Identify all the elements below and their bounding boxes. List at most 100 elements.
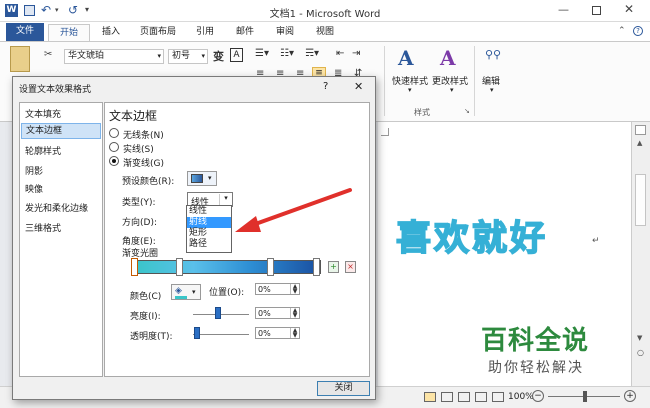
maximize-button[interactable] xyxy=(592,6,601,15)
spinner-arrows-icon[interactable]: ▲ ▼ xyxy=(290,328,299,339)
tab-review[interactable]: 审阅 xyxy=(268,24,302,41)
gradient-line-label[interactable]: 渐变线(G) xyxy=(123,156,164,169)
position-value: 0% xyxy=(258,285,271,294)
help-icon[interactable]: ? xyxy=(633,26,643,36)
direction-label: 方向(D): xyxy=(122,218,157,228)
nav-3d-format[interactable]: 三维格式 xyxy=(25,221,61,234)
position-spinner[interactable]: 0% ▲ ▼ xyxy=(255,283,300,295)
brightness-label: 亮度(I): xyxy=(130,312,161,322)
spinner-arrows-icon[interactable]: ▲ ▼ xyxy=(290,308,299,319)
zoom-slider-thumb[interactable] xyxy=(583,391,587,402)
nav-outline-style[interactable]: 轮廓样式 xyxy=(25,144,61,157)
outline-icon[interactable] xyxy=(475,392,487,402)
numbering-icon[interactable]: ☷▾ xyxy=(280,48,294,59)
add-stop-icon[interactable]: + xyxy=(328,261,339,273)
tab-page-layout[interactable]: 页面布局 xyxy=(134,24,182,41)
chevron-down-icon[interactable]: ▾ xyxy=(490,86,494,94)
transparency-spinner[interactable]: 0% ▲ ▼ xyxy=(255,327,300,339)
preset-colors-button[interactable]: ▾ xyxy=(187,171,217,186)
bullets-icon[interactable]: ☰▾ xyxy=(255,48,269,59)
font-size-box[interactable]: 初号 ▾ xyxy=(168,49,208,64)
nav-reflection[interactable]: 映像 xyxy=(25,182,43,195)
phonetic-guide-button[interactable]: 变 xyxy=(213,48,224,64)
transparency-slider-track[interactable] xyxy=(193,334,249,335)
minimize-button[interactable]: — xyxy=(558,3,569,16)
draft-icon[interactable] xyxy=(492,392,504,402)
full-screen-icon[interactable] xyxy=(441,392,453,402)
nav-text-outline[interactable]: 文本边框 xyxy=(21,123,101,139)
gradient-stop-4[interactable] xyxy=(313,258,320,276)
decrease-indent-icon[interactable]: ⇤ xyxy=(336,48,344,59)
brightness-slider-track[interactable] xyxy=(193,314,249,315)
transparency-slider-thumb[interactable] xyxy=(194,327,200,339)
dialog-close-button[interactable]: ✕ xyxy=(354,80,363,93)
nav-shadow[interactable]: 阴影 xyxy=(25,164,43,177)
ribbon-collapse-icon[interactable]: ⌃ xyxy=(618,26,626,36)
chevron-down-icon[interactable]: ▾ xyxy=(450,86,454,94)
gradient-stop-2[interactable] xyxy=(176,258,183,276)
ruler-toggle-icon[interactable] xyxy=(635,125,646,135)
tab-references[interactable]: 引用 xyxy=(188,24,222,41)
type-option-radial[interactable]: 射线 xyxy=(187,217,231,228)
chevron-down-icon[interactable]: ▾ xyxy=(408,86,412,94)
cut-icon[interactable]: ✂ xyxy=(44,49,52,60)
zoom-out-icon[interactable]: − xyxy=(532,390,544,402)
chevron-down-icon[interactable]: ▾ xyxy=(157,50,161,63)
increase-indent-icon[interactable]: ⇥ xyxy=(352,48,360,59)
solid-line-label[interactable]: 实线(S) xyxy=(123,142,154,155)
scroll-down-icon[interactable]: ▼ xyxy=(637,334,642,342)
gradient-line-radio[interactable] xyxy=(109,156,119,166)
web-layout-icon[interactable] xyxy=(458,392,470,402)
gradient-stop-3[interactable] xyxy=(267,258,274,276)
scroll-up-icon[interactable]: ▲ xyxy=(637,139,642,147)
type-option-path[interactable]: 路径 xyxy=(187,239,231,250)
nav-glow-soft-edges[interactable]: 发光和柔化边缘 xyxy=(25,201,88,214)
paste-icon[interactable] xyxy=(10,46,30,72)
scrollbar-thumb[interactable] xyxy=(635,174,646,226)
transparency-label: 透明度(T): xyxy=(130,332,173,342)
dialog-nav: 文本填充 文本边框 轮廓样式 阴影 映像 发光和柔化边缘 三维格式 xyxy=(19,102,103,377)
vertical-scrollbar[interactable]: ▲ ▼ ○ xyxy=(632,122,650,386)
browse-object-icon[interactable]: ○ xyxy=(637,348,644,357)
tab-home[interactable]: 开始 xyxy=(48,24,90,41)
quick-styles-icon[interactable]: A xyxy=(398,46,414,70)
zoom-level[interactable]: 100% xyxy=(508,392,534,402)
remove-stop-icon[interactable]: × xyxy=(345,261,356,273)
char-border-button[interactable]: A xyxy=(230,48,243,62)
no-line-label[interactable]: 无线条(N) xyxy=(123,128,164,141)
document-text[interactable]: 喜欢就好 xyxy=(395,210,548,261)
binoculars-icon[interactable]: ⚲⚲ xyxy=(485,48,501,61)
gradient-stop-1[interactable] xyxy=(131,258,138,276)
type-option-rectangular[interactable]: 矩形 xyxy=(187,228,231,239)
print-layout-icon[interactable] xyxy=(424,392,436,402)
dialog-close-button-bottom[interactable]: 关闭 xyxy=(317,381,370,396)
brightness-slider-thumb[interactable] xyxy=(215,307,221,319)
paragraph-mark: ↵ xyxy=(592,236,600,246)
type-label: 类型(Y): xyxy=(122,198,156,208)
type-option-linear[interactable]: 线性 xyxy=(187,206,231,217)
nav-text-fill[interactable]: 文本填充 xyxy=(25,107,61,120)
font-size-value: 初号 xyxy=(172,51,191,61)
document-page[interactable]: 喜欢就好 ↵ 百科全说 助你轻松解决 xyxy=(378,122,631,386)
color-picker-button[interactable]: ◈ ▾ xyxy=(171,284,201,300)
tab-file[interactable]: 文件 xyxy=(6,23,44,41)
dialog-help-button[interactable]: ? xyxy=(323,81,328,92)
dialog-launcher-icon[interactable]: ↘ xyxy=(464,107,470,115)
change-styles-icon[interactable]: A xyxy=(440,46,456,70)
spinner-arrows-icon[interactable]: ▲ ▼ xyxy=(290,284,299,295)
gradient-bar[interactable] xyxy=(133,260,321,274)
font-name-box[interactable]: 华文琥珀 ▾ xyxy=(64,49,164,64)
section-title: 文本边框 xyxy=(109,109,158,123)
chevron-down-icon[interactable]: ▾ xyxy=(201,50,205,63)
tab-insert[interactable]: 插入 xyxy=(94,24,128,41)
ribbon-tab-bar: 文件 开始 插入 页面布局 引用 邮件 审阅 视图 ⌃ ? xyxy=(0,22,650,41)
close-window-button[interactable]: ✕ xyxy=(624,2,634,16)
no-line-radio[interactable] xyxy=(109,128,119,138)
paint-bucket-icon: ◈ xyxy=(175,286,182,296)
multilevel-list-icon[interactable]: ☴▾ xyxy=(305,48,319,59)
tab-view[interactable]: 视图 xyxy=(308,24,342,41)
tab-mailings[interactable]: 邮件 xyxy=(228,24,262,41)
brightness-spinner[interactable]: 0% ▲ ▼ xyxy=(255,307,300,319)
solid-line-radio[interactable] xyxy=(109,142,119,152)
zoom-in-icon[interactable]: + xyxy=(624,390,636,402)
